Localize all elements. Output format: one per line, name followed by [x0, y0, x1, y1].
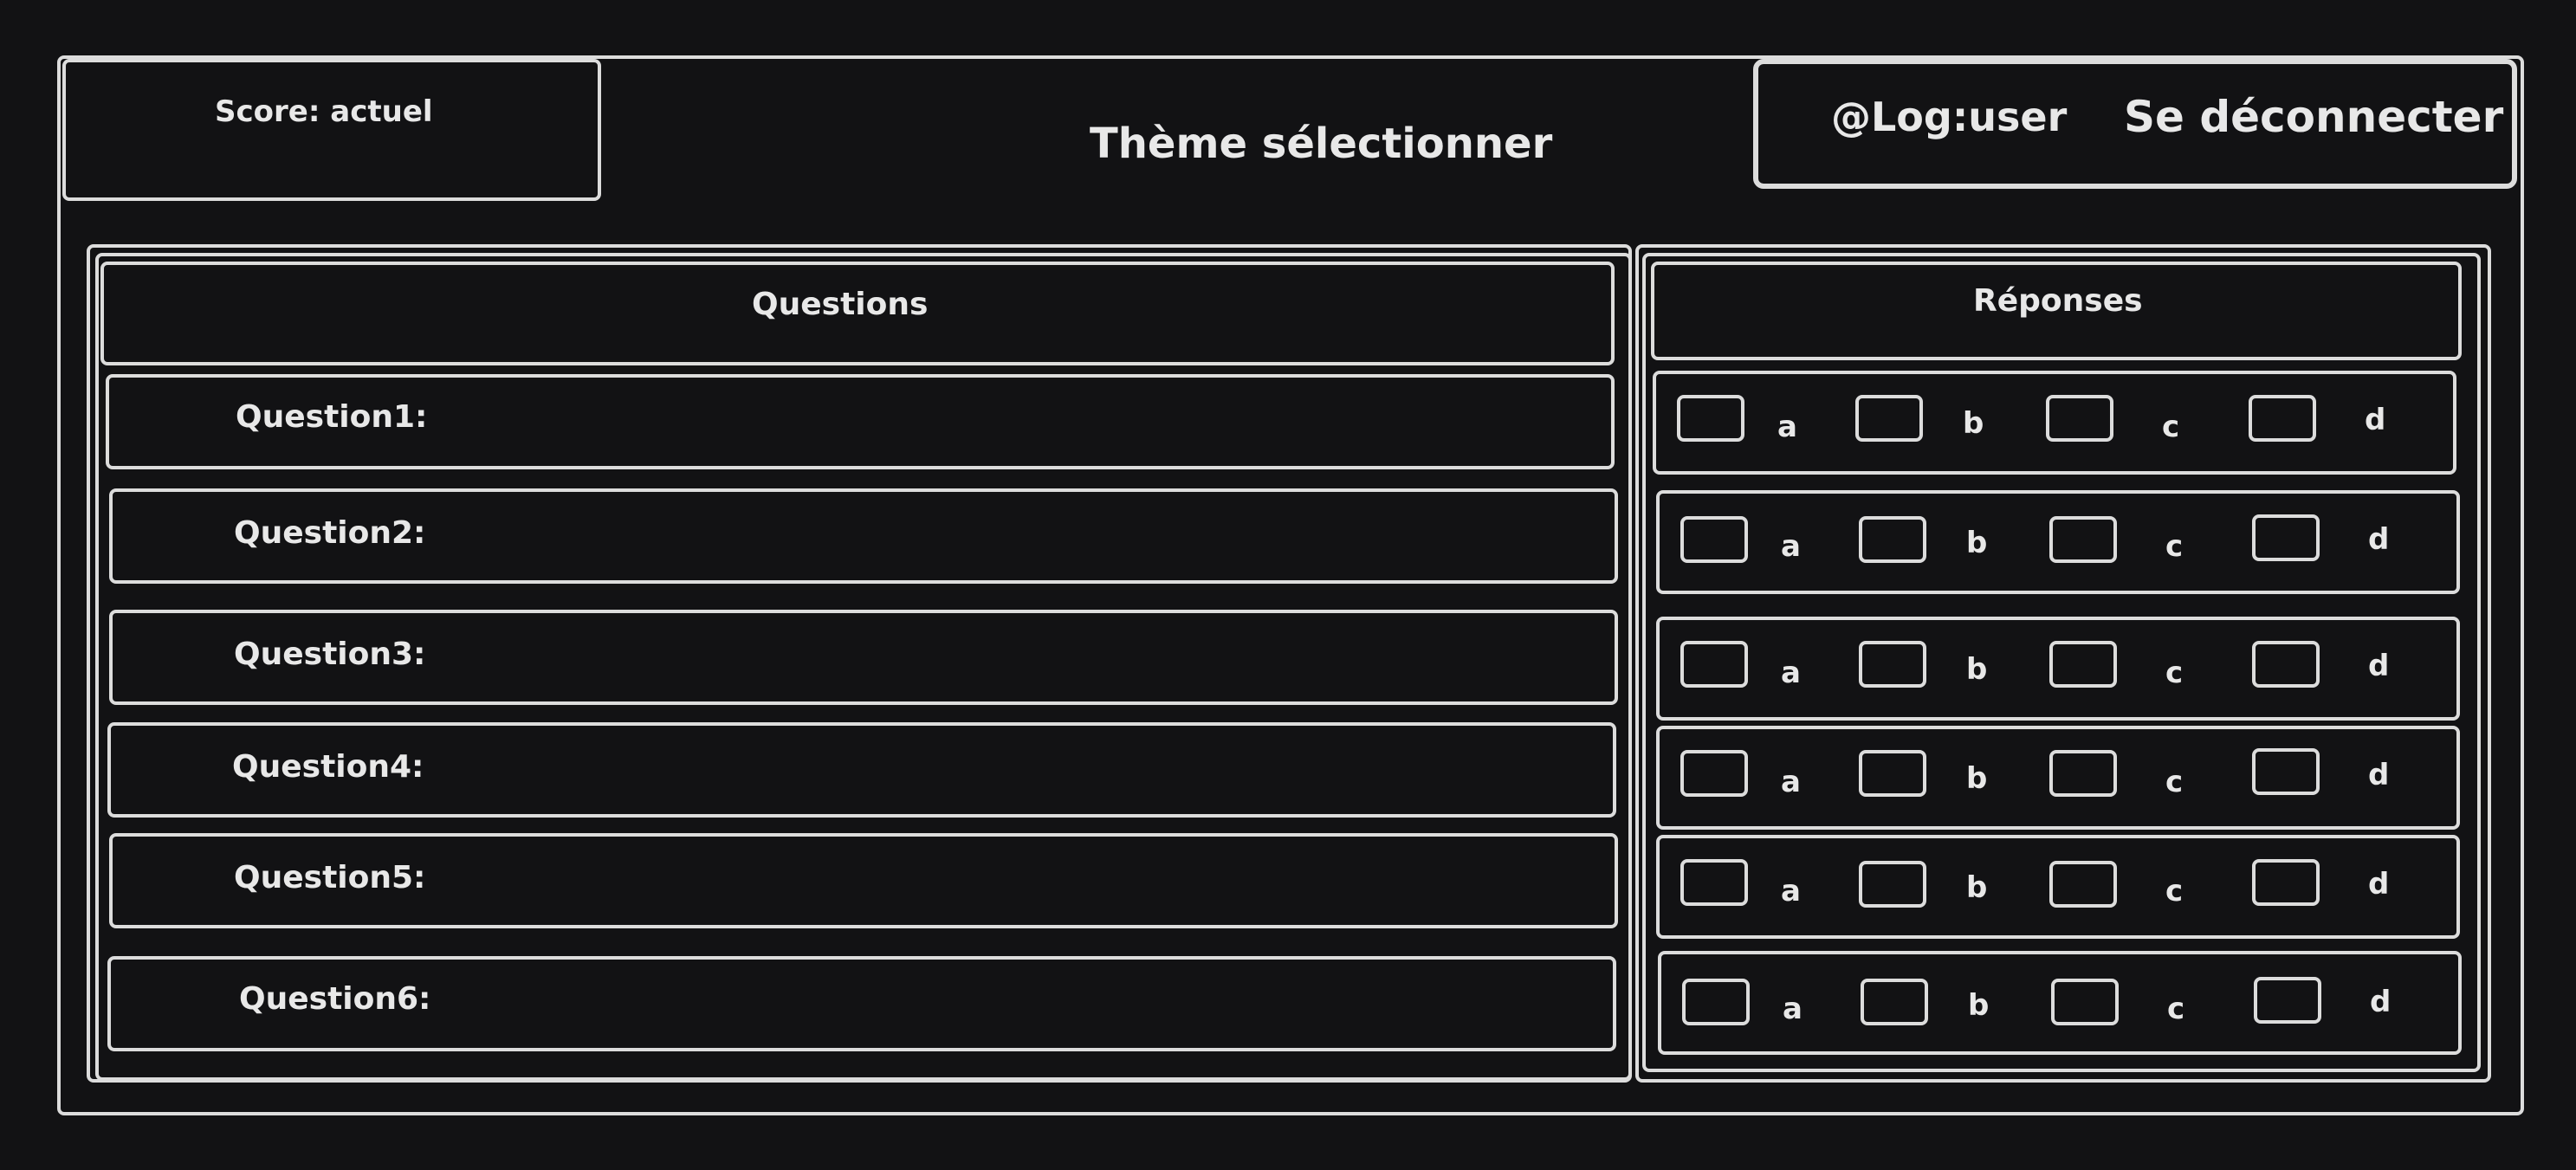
checkbox-q2-b[interactable] — [1859, 516, 1926, 563]
option-label-q2-a: a — [1781, 529, 1801, 564]
option-label-q4-b: b — [1966, 761, 1988, 796]
option-label-q3-b: b — [1966, 652, 1988, 687]
checkbox-q3-d[interactable] — [2252, 641, 2320, 688]
checkbox-q6-a[interactable] — [1682, 979, 1750, 1025]
checkbox-q6-c[interactable] — [2051, 979, 2119, 1025]
option-label-q4-a: a — [1781, 765, 1801, 799]
checkbox-q1-a[interactable] — [1677, 395, 1744, 442]
checkbox-q2-d[interactable] — [2252, 514, 2320, 561]
user-handle: @Log:user — [1831, 94, 2068, 140]
checkbox-q6-d[interactable] — [2254, 977, 2321, 1024]
option-label-q3-a: a — [1781, 656, 1801, 690]
question-label-4: Question4: — [232, 749, 424, 785]
checkbox-q3-c[interactable] — [2049, 641, 2117, 688]
option-label-q5-d: d — [2368, 867, 2390, 902]
option-label-q1-d: d — [2365, 403, 2386, 437]
checkbox-q6-b[interactable] — [1861, 979, 1928, 1025]
option-label-q3-d: d — [2368, 649, 2390, 683]
checkbox-q4-d[interactable] — [2252, 748, 2320, 795]
checkbox-q1-d[interactable] — [2249, 395, 2316, 442]
checkbox-q2-c[interactable] — [2049, 516, 2117, 563]
checkbox-q4-b[interactable] — [1859, 750, 1926, 797]
option-label-q5-c: c — [2165, 874, 2184, 908]
option-label-q3-c: c — [2165, 656, 2184, 690]
option-label-q4-c: c — [2165, 765, 2184, 799]
checkbox-q5-d[interactable] — [2252, 859, 2320, 906]
checkbox-q4-c[interactable] — [2049, 750, 2117, 797]
score-box — [62, 59, 601, 201]
question-label-3: Question3: — [234, 637, 426, 672]
option-label-q6-b: b — [1968, 988, 1990, 1023]
option-label-q5-a: a — [1781, 874, 1801, 908]
checkbox-q5-a[interactable] — [1680, 859, 1748, 906]
question-label-1: Question1: — [236, 399, 428, 435]
checkbox-q5-c[interactable] — [2049, 861, 2117, 908]
option-label-q2-c: c — [2165, 529, 2184, 564]
question-label-2: Question2: — [234, 515, 426, 551]
questions-header-label: Questions — [752, 287, 929, 322]
option-label-q2-d: d — [2368, 522, 2390, 557]
theme-title: Thème sélectionner — [1090, 120, 1553, 168]
checkbox-q2-a[interactable] — [1680, 516, 1748, 563]
checkbox-q1-b[interactable] — [1855, 395, 1923, 442]
question-label-6: Question6: — [239, 981, 431, 1017]
score-label: Score: actuel — [215, 94, 433, 129]
question-label-5: Question5: — [234, 860, 426, 895]
option-label-q6-a: a — [1783, 992, 1803, 1026]
checkbox-q5-b[interactable] — [1859, 861, 1926, 908]
option-label-q2-b: b — [1966, 526, 1988, 560]
logout-button[interactable]: Se déconnecter — [2124, 95, 2503, 139]
option-label-q6-d: d — [2370, 985, 2392, 1019]
option-label-q6-c: c — [2167, 992, 2185, 1026]
checkbox-q3-a[interactable] — [1680, 641, 1748, 688]
checkbox-q4-a[interactable] — [1680, 750, 1748, 797]
checkbox-q3-b[interactable] — [1859, 641, 1926, 688]
option-label-q5-b: b — [1966, 870, 1988, 905]
option-label-q4-d: d — [2368, 758, 2390, 792]
option-label-q1-a: a — [1777, 410, 1797, 444]
checkbox-q1-c[interactable] — [2046, 395, 2113, 442]
answers-header-label: Réponses — [1973, 283, 2143, 319]
option-label-q1-b: b — [1963, 406, 1984, 441]
option-label-q1-c: c — [2162, 410, 2180, 444]
